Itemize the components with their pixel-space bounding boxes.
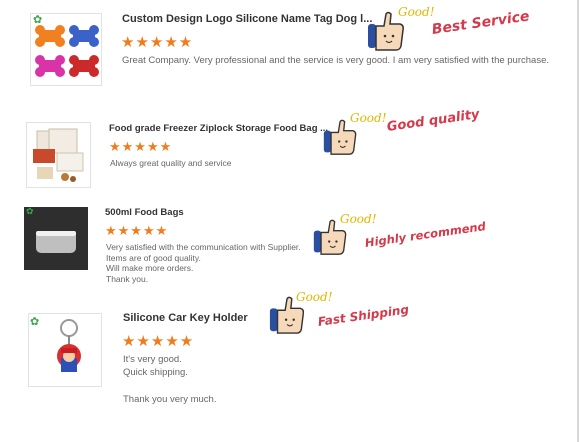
dog-tag-red bbox=[69, 55, 99, 77]
slogan-label: Good quality bbox=[385, 107, 481, 135]
leaf-badge-icon: ✿ bbox=[30, 316, 40, 328]
product-title[interactable]: Silicone Car Key Holder bbox=[123, 312, 248, 324]
product-thumbnail[interactable] bbox=[24, 207, 88, 270]
review-text: Great Company. Very professional and the… bbox=[122, 55, 549, 66]
rating-stars: ★★★★★ bbox=[109, 139, 173, 154]
review-item: ✿ 500ml Food Bags ★★★★★ Very satisfied w… bbox=[0, 200, 577, 295]
leaf-badge-icon: ✿ bbox=[26, 206, 34, 216]
slogan-label: Highly recommend bbox=[364, 219, 487, 250]
product-title[interactable]: Food grade Freezer Ziplock Storage Food … bbox=[109, 123, 328, 134]
good-sticker-label: Good! bbox=[340, 212, 377, 226]
product-title[interactable]: Custom Design Logo Silicone Name Tag Dog… bbox=[122, 13, 372, 25]
review-item: ✿ Custom Design Logo Silicone Name Tag D… bbox=[0, 0, 577, 100]
dog-tag-blue bbox=[69, 25, 99, 47]
review-text: Very satisfied with the communication wi… bbox=[106, 242, 301, 284]
review-item: Food grade Freezer Ziplock Storage Food … bbox=[0, 107, 577, 200]
dog-tag-pink bbox=[35, 55, 65, 77]
dog-tag-orange bbox=[35, 25, 65, 47]
product-thumbnail[interactable] bbox=[26, 122, 91, 188]
slogan-label: Best Service bbox=[430, 8, 531, 38]
good-sticker-label: Good! bbox=[350, 111, 387, 125]
review-text: It's very good. Quick shipping. Thank yo… bbox=[123, 354, 217, 405]
product-title[interactable]: 500ml Food Bags bbox=[105, 207, 184, 218]
good-sticker-label: Good! bbox=[398, 5, 435, 19]
good-sticker-label: Good! bbox=[296, 290, 333, 304]
slogan-label: Fast Shipping bbox=[317, 302, 410, 329]
leaf-badge-icon: ✿ bbox=[33, 14, 43, 26]
rating-stars: ★★★★★ bbox=[105, 223, 169, 238]
review-item: ✿ Silicone Car Key Holder ★★★★★ It's ver… bbox=[0, 290, 577, 442]
rating-stars: ★★★★★ bbox=[122, 333, 195, 350]
rating-stars: ★★★★★ bbox=[121, 34, 194, 51]
review-text: Always great quality and service bbox=[110, 158, 232, 168]
